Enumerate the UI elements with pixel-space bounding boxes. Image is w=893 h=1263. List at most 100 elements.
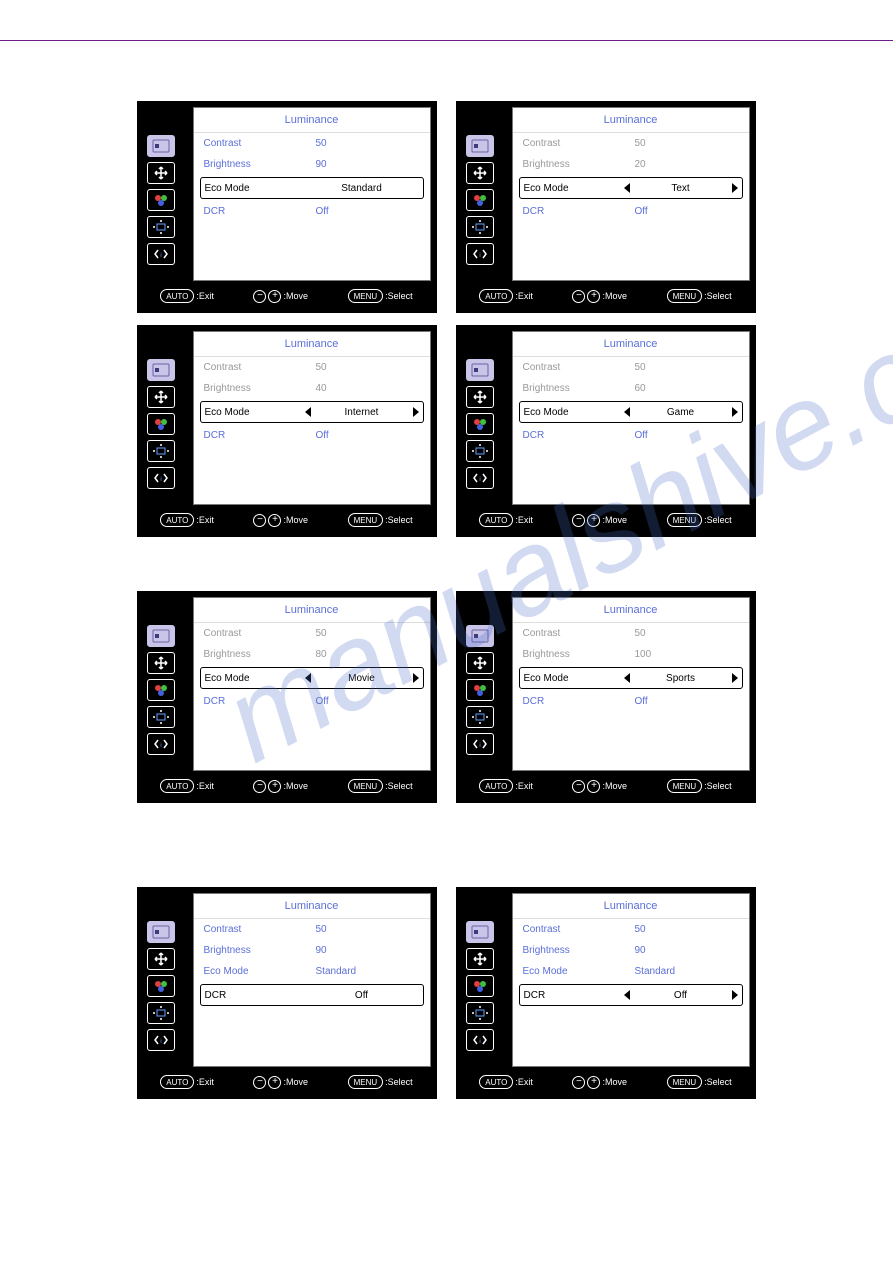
menu-row[interactable]: Brightness 60 bbox=[513, 378, 749, 399]
color-temp-icon[interactable] bbox=[147, 413, 175, 435]
color-temp-icon[interactable] bbox=[466, 679, 494, 701]
image-setup-icon[interactable] bbox=[147, 948, 175, 970]
image-setup-icon[interactable] bbox=[147, 386, 175, 408]
picture-boost-icon[interactable] bbox=[147, 216, 175, 238]
menu-row[interactable]: Brightness 90 bbox=[194, 154, 430, 175]
menu-row[interactable]: Brightness 100 bbox=[513, 644, 749, 665]
luminance-icon[interactable] bbox=[147, 359, 175, 381]
plus-button[interactable]: + bbox=[268, 780, 281, 793]
menu-row-selected[interactable]: DCR Off bbox=[200, 984, 424, 1006]
menu-row[interactable]: Contrast 50 bbox=[194, 133, 430, 154]
image-setup-icon[interactable] bbox=[147, 652, 175, 674]
color-temp-icon[interactable] bbox=[147, 975, 175, 997]
menu-button[interactable]: MENU bbox=[667, 1075, 703, 1089]
menu-row[interactable]: Contrast 50 bbox=[194, 623, 430, 644]
menu-row[interactable]: DCR Off bbox=[194, 425, 430, 446]
menu-row[interactable]: DCR Off bbox=[513, 425, 749, 446]
color-temp-icon[interactable] bbox=[147, 679, 175, 701]
menu-row[interactable]: Contrast 50 bbox=[194, 357, 430, 378]
color-temp-icon[interactable] bbox=[466, 975, 494, 997]
menu-button[interactable]: MENU bbox=[667, 289, 703, 303]
image-setup-icon[interactable] bbox=[466, 652, 494, 674]
auto-button[interactable]: AUTO bbox=[160, 1075, 194, 1089]
extra-icon[interactable]: i bbox=[147, 243, 175, 265]
image-setup-icon[interactable] bbox=[466, 162, 494, 184]
auto-button[interactable]: AUTO bbox=[479, 779, 513, 793]
menu-row[interactable]: Eco Mode Standard bbox=[513, 961, 749, 982]
extra-icon[interactable]: i bbox=[147, 733, 175, 755]
right-arrow-icon[interactable] bbox=[732, 673, 738, 683]
menu-row[interactable]: DCR Off bbox=[513, 201, 749, 222]
menu-row[interactable]: Eco Mode Standard bbox=[194, 961, 430, 982]
menu-row[interactable]: Contrast 50 bbox=[194, 919, 430, 940]
luminance-icon[interactable] bbox=[466, 921, 494, 943]
menu-row[interactable]: Brightness 20 bbox=[513, 154, 749, 175]
right-arrow-icon[interactable] bbox=[413, 673, 419, 683]
picture-boost-icon[interactable] bbox=[466, 216, 494, 238]
picture-boost-icon[interactable] bbox=[147, 440, 175, 462]
minus-button[interactable]: − bbox=[572, 1076, 585, 1089]
extra-icon[interactable]: i bbox=[466, 1029, 494, 1051]
plus-button[interactable]: + bbox=[268, 514, 281, 527]
minus-button[interactable]: − bbox=[253, 514, 266, 527]
picture-boost-icon[interactable] bbox=[466, 440, 494, 462]
minus-button[interactable]: − bbox=[572, 290, 585, 303]
luminance-icon[interactable] bbox=[147, 135, 175, 157]
image-setup-icon[interactable] bbox=[466, 386, 494, 408]
extra-icon[interactable]: i bbox=[466, 467, 494, 489]
auto-button[interactable]: AUTO bbox=[479, 1075, 513, 1089]
image-setup-icon[interactable] bbox=[466, 948, 494, 970]
menu-row[interactable]: DCR Off bbox=[194, 691, 430, 712]
menu-row[interactable]: Contrast 50 bbox=[513, 919, 749, 940]
minus-button[interactable]: − bbox=[572, 514, 585, 527]
auto-button[interactable]: AUTO bbox=[479, 513, 513, 527]
plus-button[interactable]: + bbox=[587, 780, 600, 793]
right-arrow-icon[interactable] bbox=[732, 407, 738, 417]
plus-button[interactable]: + bbox=[587, 514, 600, 527]
menu-row[interactable]: Brightness 40 bbox=[194, 378, 430, 399]
extra-icon[interactable]: i bbox=[147, 467, 175, 489]
plus-button[interactable]: + bbox=[268, 1076, 281, 1089]
menu-row[interactable]: Contrast 50 bbox=[513, 133, 749, 154]
menu-button[interactable]: MENU bbox=[667, 513, 703, 527]
minus-button[interactable]: − bbox=[253, 290, 266, 303]
picture-boost-icon[interactable] bbox=[466, 706, 494, 728]
menu-button[interactable]: MENU bbox=[348, 289, 384, 303]
menu-button[interactable]: MENU bbox=[667, 779, 703, 793]
extra-icon[interactable]: i bbox=[466, 243, 494, 265]
menu-button[interactable]: MENU bbox=[348, 513, 384, 527]
luminance-icon[interactable] bbox=[147, 921, 175, 943]
menu-row-selected[interactable]: Eco Mode Game bbox=[519, 401, 743, 423]
right-arrow-icon[interactable] bbox=[732, 990, 738, 1000]
color-temp-icon[interactable] bbox=[466, 189, 494, 211]
menu-row[interactable]: DCR Off bbox=[513, 691, 749, 712]
auto-button[interactable]: AUTO bbox=[479, 289, 513, 303]
menu-row-selected[interactable]: Eco Mode Sports bbox=[519, 667, 743, 689]
menu-row-selected[interactable]: Eco Mode Movie bbox=[200, 667, 424, 689]
luminance-icon[interactable] bbox=[466, 135, 494, 157]
menu-row[interactable]: Brightness 90 bbox=[194, 940, 430, 961]
plus-button[interactable]: + bbox=[587, 290, 600, 303]
auto-button[interactable]: AUTO bbox=[160, 513, 194, 527]
plus-button[interactable]: + bbox=[587, 1076, 600, 1089]
luminance-icon[interactable] bbox=[466, 359, 494, 381]
menu-row-selected[interactable]: Eco Mode Standard bbox=[200, 177, 424, 199]
minus-button[interactable]: − bbox=[253, 780, 266, 793]
color-temp-icon[interactable] bbox=[147, 189, 175, 211]
menu-row[interactable]: Brightness 80 bbox=[194, 644, 430, 665]
image-setup-icon[interactable] bbox=[147, 162, 175, 184]
auto-button[interactable]: AUTO bbox=[160, 779, 194, 793]
menu-button[interactable]: MENU bbox=[348, 779, 384, 793]
extra-icon[interactable]: i bbox=[147, 1029, 175, 1051]
auto-button[interactable]: AUTO bbox=[160, 289, 194, 303]
luminance-icon[interactable] bbox=[466, 625, 494, 647]
right-arrow-icon[interactable] bbox=[732, 183, 738, 193]
plus-button[interactable]: + bbox=[268, 290, 281, 303]
menu-row[interactable]: DCR Off bbox=[194, 201, 430, 222]
minus-button[interactable]: − bbox=[572, 780, 585, 793]
menu-row[interactable]: Brightness 90 bbox=[513, 940, 749, 961]
right-arrow-icon[interactable] bbox=[413, 407, 419, 417]
menu-row-selected[interactable]: Eco Mode Internet bbox=[200, 401, 424, 423]
picture-boost-icon[interactable] bbox=[147, 1002, 175, 1024]
color-temp-icon[interactable] bbox=[466, 413, 494, 435]
